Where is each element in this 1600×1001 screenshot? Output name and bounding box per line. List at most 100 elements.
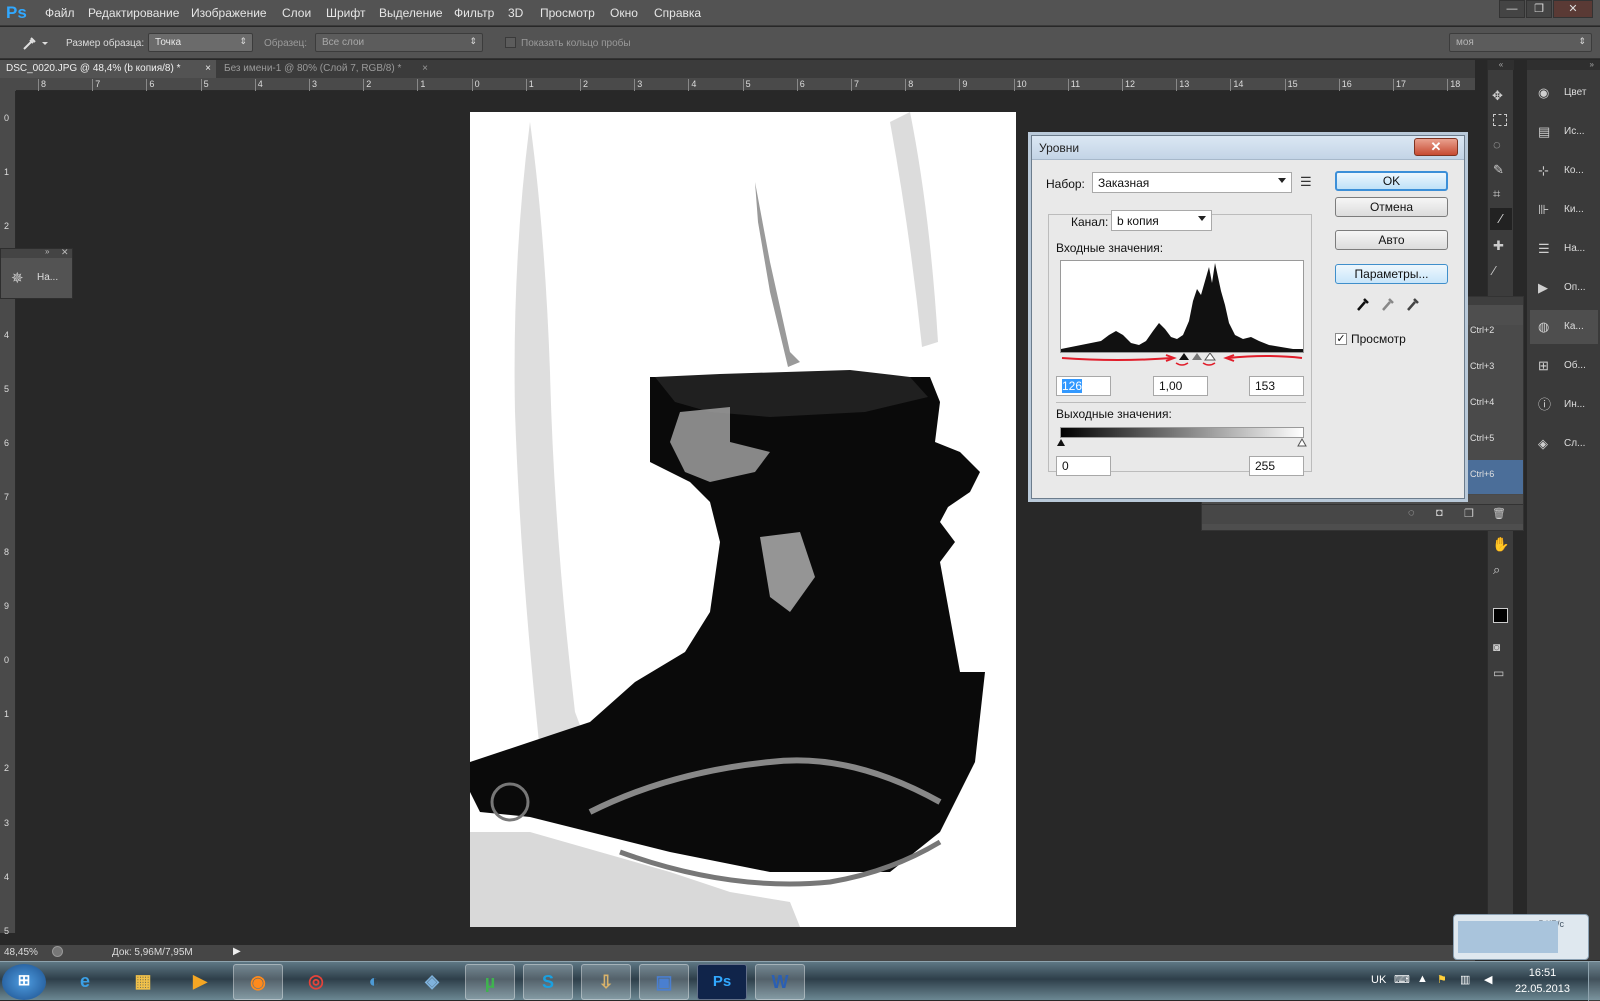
panel-layers[interactable]: ◈ Сл... (1530, 427, 1598, 461)
skype-icon[interactable]: S (523, 964, 573, 1000)
navigator-panel-button[interactable]: ✵ На... (5, 263, 69, 295)
screen-mode-icon[interactable]: ▭ (1493, 666, 1504, 680)
network-gadget[interactable]: 5 КБ/с (1453, 914, 1589, 960)
panel-channels[interactable]: ◍ Ка... (1530, 310, 1598, 344)
menu-image[interactable]: Изображение (191, 6, 267, 20)
media-icon[interactable]: ▶ (175, 964, 225, 1000)
app2-icon[interactable]: ◈ (407, 964, 457, 1000)
panel-color[interactable]: ◉ Цвет (1530, 76, 1598, 110)
ie-icon[interactable]: e (60, 964, 110, 1000)
dialog-titlebar[interactable]: Уровни ✕ (1032, 136, 1464, 160)
black-eyedropper-icon[interactable] (1357, 298, 1369, 311)
download-icon[interactable]: ⇩ (581, 964, 631, 1000)
options-button[interactable]: Параметры... (1335, 264, 1448, 284)
word-icon[interactable]: W (755, 964, 805, 1000)
chrome-icon[interactable]: ◎ (291, 964, 341, 1000)
eyedropper-tool-icon[interactable]: ⁄ (1490, 208, 1512, 230)
panel-history[interactable]: ▤ Ис... (1530, 115, 1598, 149)
volume-icon[interactable]: ◀ (1484, 973, 1492, 986)
workspace-select[interactable]: моя ⇕ (1449, 33, 1592, 52)
quick-select-tool-icon[interactable]: ✎ (1493, 162, 1504, 178)
panel-paths[interactable]: ⊞ Об... (1530, 349, 1598, 383)
explorer-icon[interactable]: ▦ (118, 964, 168, 1000)
menu-file[interactable]: Файл (45, 6, 75, 20)
flag-icon[interactable]: ⚑ (1437, 973, 1447, 986)
dock-collapse-icon[interactable]: » (1527, 60, 1600, 70)
close-panel-icon[interactable]: ✕ (61, 247, 69, 258)
tools-collapse-icon[interactable]: « (1488, 60, 1514, 70)
output-white-field[interactable]: 255 (1249, 456, 1304, 476)
tab-untitled-1[interactable]: Без имени-1 @ 80% (Слой 7, RGB/8) * × (218, 60, 433, 78)
show-ring-checkbox[interactable] (505, 37, 516, 48)
ruler-horizontal[interactable]: 8 7 6 5 4 3 2 1 0 1 2 3 4 5 6 7 8 9 10 11 12 13 14 15 16 17 18 (16, 78, 1475, 91)
start-orb-icon[interactable]: ⊞ (2, 964, 46, 1000)
menu-select[interactable]: Выделение (379, 6, 443, 20)
document-image[interactable] (470, 112, 1016, 927)
move-tool-icon[interactable]: ✥ (1492, 88, 1503, 104)
zoom-level[interactable]: 48,45% (4, 947, 38, 958)
menu-window[interactable]: Окно (610, 6, 638, 20)
eyedropper-tool-preset[interactable] (20, 34, 50, 52)
preset-options-icon[interactable]: ☰ (1300, 174, 1312, 190)
marquee-tool-icon[interactable] (1493, 114, 1507, 126)
app-icon[interactable]: ◐ (349, 964, 399, 1000)
panel-adjustments[interactable]: ⊹ Ко... (1530, 154, 1598, 188)
status-icon[interactable] (52, 946, 63, 957)
ok-button[interactable]: OK (1335, 171, 1448, 191)
black-point-slider[interactable] (1179, 353, 1189, 360)
white-eyedropper-icon[interactable] (1407, 298, 1419, 311)
menu-edit[interactable]: Редактирование (88, 6, 179, 20)
preview-checkbox[interactable]: ✓ (1335, 333, 1347, 345)
restore-button[interactable]: ❐ (1526, 0, 1552, 18)
panel-properties[interactable]: ☰ На... (1530, 232, 1598, 266)
input-black-field[interactable]: 126 (1056, 376, 1111, 396)
clock[interactable]: 16:51 22.05.2013 (1515, 965, 1570, 997)
output-black-field[interactable]: 0 (1056, 456, 1111, 476)
new-channel-icon[interactable]: ❐ (1464, 507, 1474, 520)
save-icon[interactable]: ▣ (639, 964, 689, 1000)
cancel-button[interactable]: Отмена (1335, 197, 1448, 217)
menu-3d[interactable]: 3D (508, 6, 523, 20)
minimize-button[interactable]: — (1499, 0, 1525, 18)
collapse-icon[interactable]: » (45, 247, 49, 256)
language-indicator[interactable]: UK (1371, 974, 1386, 986)
sample-select[interactable]: Все слои ⇕ (315, 33, 483, 52)
firefox-icon[interactable]: ◉ (233, 964, 283, 1000)
keyboard-icon[interactable]: ⌨ (1394, 973, 1410, 986)
status-menu-arrow-icon[interactable]: ▶ (233, 946, 241, 957)
crop-tool-icon[interactable]: ⌗ (1493, 186, 1500, 202)
save-selection-icon[interactable]: ◘ (1436, 507, 1443, 519)
sample-size-select[interactable]: Точка ⇕ (148, 33, 253, 52)
close-window-button[interactable]: ✕ (1553, 0, 1593, 18)
tray-expand-icon[interactable]: ▲ (1417, 973, 1428, 985)
close-tab-icon[interactable]: × (205, 63, 211, 74)
output-sliders[interactable] (1056, 438, 1308, 447)
panel-actions[interactable]: ▶ Оп... (1530, 271, 1598, 305)
close-tab-icon[interactable]: × (422, 63, 428, 74)
utorrent-icon[interactable]: µ (465, 964, 515, 1000)
panel-brushes[interactable]: ⊪ Ки... (1530, 193, 1598, 227)
gray-eyedropper-icon[interactable] (1382, 298, 1394, 311)
zoom-tool-icon[interactable]: ⌕ (1493, 562, 1500, 578)
input-gamma-field[interactable]: 1,00 (1153, 376, 1208, 396)
panel-info[interactable]: ⓘ Ин... (1530, 388, 1598, 422)
output-black-slider[interactable] (1057, 439, 1065, 446)
menu-filter[interactable]: Фильтр (454, 6, 494, 20)
brush-tool-icon[interactable]: ⁄ (1493, 263, 1495, 278)
menu-view[interactable]: Просмотр (540, 6, 595, 20)
white-point-slider[interactable] (1204, 353, 1216, 361)
lasso-tool-icon[interactable]: ◌ (1493, 137, 1501, 152)
load-selection-icon[interactable]: ◌ (1408, 507, 1415, 519)
network-icon[interactable]: ▥ (1460, 973, 1470, 986)
tab-dsc0020[interactable]: DSC_0020.JPG @ 48,4% (b копия/8) * × (0, 60, 216, 78)
preset-select[interactable]: Заказная (1092, 172, 1292, 193)
photoshop-icon[interactable]: Ps (697, 964, 747, 1000)
delete-channel-icon[interactable]: 🗑 (1492, 507, 1506, 520)
quick-mask-icon[interactable]: ◙ (1493, 640, 1500, 654)
input-sliders[interactable] (1058, 353, 1306, 367)
show-desktop-button[interactable] (1588, 962, 1600, 1001)
gamma-slider[interactable] (1192, 353, 1202, 360)
menu-layers[interactable]: Слои (282, 6, 311, 20)
menu-help[interactable]: Справка (654, 6, 701, 20)
healing-tool-icon[interactable]: ✚ (1493, 238, 1504, 254)
